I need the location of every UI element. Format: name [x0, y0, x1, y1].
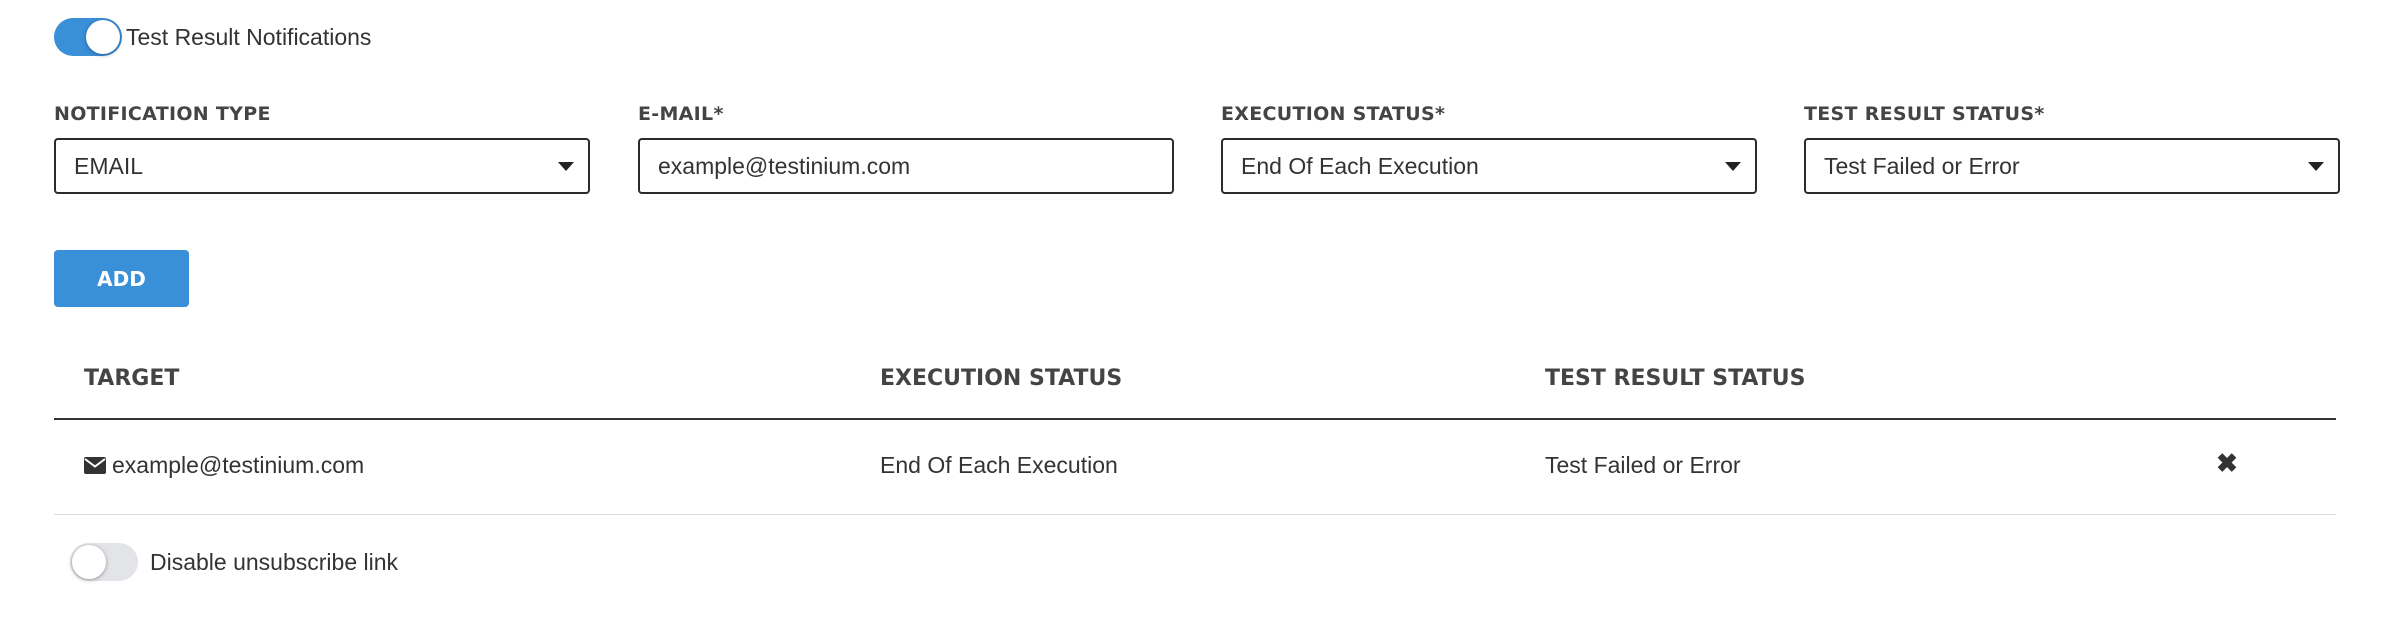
- email-input-value: example@testinium.com: [658, 152, 911, 179]
- notifications-toggle-row: Test Result Notifications: [54, 18, 371, 56]
- unsubscribe-toggle[interactable]: [70, 543, 138, 581]
- cell-target: example@testinium.com: [84, 452, 364, 479]
- notifications-table: TARGET EXECUTION STATUS TEST RESULT STAT…: [54, 348, 2336, 515]
- notifications-toggle[interactable]: [54, 18, 122, 56]
- toggle-knob: [72, 545, 106, 579]
- column-header-target: TARGET: [84, 366, 180, 391]
- notification-type-label: NOTIFICATION TYPE: [54, 103, 271, 125]
- target-value: example@testinium.com: [112, 452, 365, 478]
- chevron-down-icon: [1725, 162, 1741, 171]
- column-header-execution-status: EXECUTION STATUS: [880, 366, 1123, 391]
- execution-status-field: EXECUTION STATUS* End Of Each Execution: [1221, 100, 1757, 194]
- unsubscribe-toggle-label: Disable unsubscribe link: [150, 548, 399, 575]
- close-icon: ✖: [2216, 447, 2238, 478]
- unsubscribe-toggle-row: Disable unsubscribe link: [70, 543, 398, 581]
- test-result-status-value: Test Failed or Error: [1824, 152, 2020, 179]
- chevron-down-icon: [558, 162, 574, 171]
- delete-row-button[interactable]: ✖: [2212, 448, 2242, 478]
- add-button[interactable]: ADD: [54, 250, 189, 307]
- notification-type-value: EMAIL: [74, 152, 144, 179]
- notification-type-field: NOTIFICATION TYPE EMAIL: [54, 100, 590, 194]
- cell-execution-status: End Of Each Execution: [880, 452, 1118, 478]
- email-input[interactable]: example@testinium.com: [638, 138, 1174, 194]
- execution-status-value: End Of Each Execution: [1241, 152, 1479, 179]
- execution-status-select[interactable]: End Of Each Execution: [1221, 138, 1757, 194]
- envelope-icon: [84, 457, 106, 474]
- notification-type-select[interactable]: EMAIL: [54, 138, 590, 194]
- test-result-status-field: TEST RESULT STATUS* Test Failed or Error: [1804, 100, 2340, 194]
- table-header: TARGET EXECUTION STATUS TEST RESULT STAT…: [54, 348, 2336, 420]
- email-label: E-MAIL*: [638, 103, 724, 125]
- column-header-test-result-status: TEST RESULT STATUS: [1545, 366, 1806, 391]
- cell-test-result-status: Test Failed or Error: [1545, 452, 1741, 478]
- toggle-knob: [86, 20, 120, 54]
- execution-status-label: EXECUTION STATUS*: [1221, 103, 1446, 125]
- notifications-toggle-label: Test Result Notifications: [126, 23, 372, 50]
- test-result-status-label: TEST RESULT STATUS*: [1804, 103, 2045, 125]
- chevron-down-icon: [2308, 162, 2324, 171]
- table-row: example@testinium.com End Of Each Execut…: [54, 420, 2336, 515]
- test-result-status-select[interactable]: Test Failed or Error: [1804, 138, 2340, 194]
- email-field: E-MAIL* example@testinium.com: [638, 100, 1174, 194]
